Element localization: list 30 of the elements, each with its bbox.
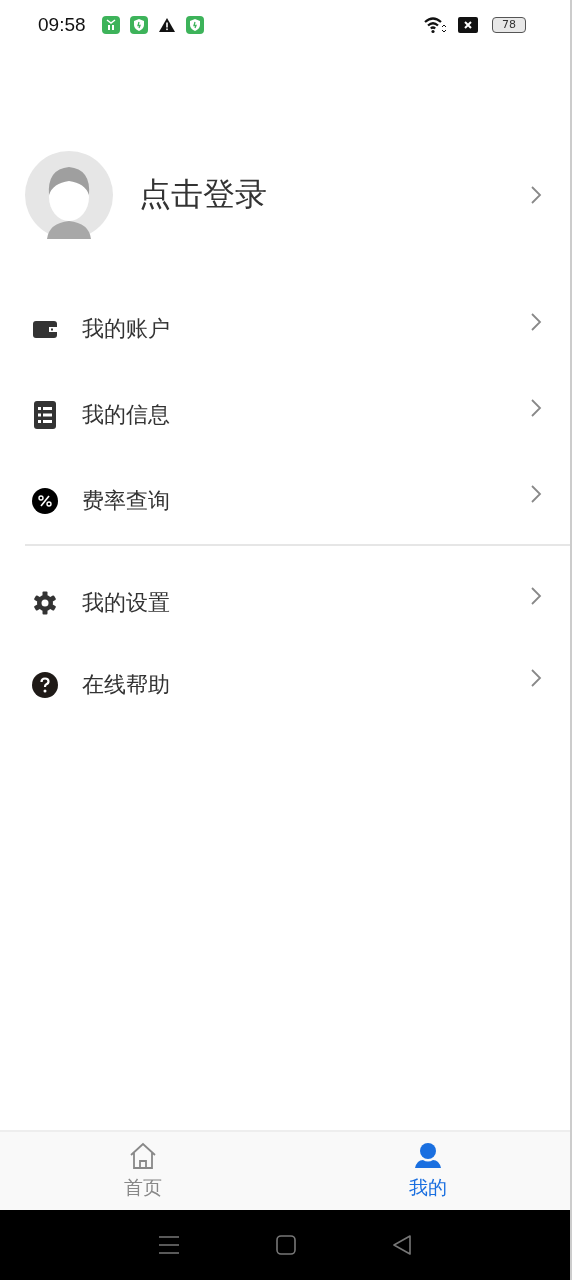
app-notification-icon <box>101 16 120 34</box>
chevron-right-icon <box>530 484 542 504</box>
list-icon <box>32 401 58 429</box>
shield-icon <box>129 16 148 34</box>
home-button-icon[interactable] <box>276 1235 296 1255</box>
menu-item[interactable]: 费率查询 <box>0 458 570 544</box>
percent-icon <box>32 488 58 514</box>
menu-item[interactable]: 我的账户 <box>0 286 570 372</box>
chevron-right-icon <box>530 312 542 332</box>
wifi-icon <box>424 16 446 34</box>
settings-icon <box>32 590 58 615</box>
wallet-icon <box>32 319 58 339</box>
chevron-right-icon <box>530 585 542 606</box>
battery-level: 78 <box>492 17 526 33</box>
no-sim-icon <box>458 17 478 33</box>
person-icon <box>412 1141 443 1171</box>
login-prompt[interactable]: 点击登录 <box>139 173 267 217</box>
menu-item[interactable]: 我的设置 <box>0 561 570 644</box>
menu-icon[interactable] <box>158 1235 180 1255</box>
help-icon <box>32 671 58 698</box>
shield-icon <box>185 16 204 34</box>
tab[interactable]: 我的 <box>285 1132 570 1210</box>
warning-icon <box>157 16 176 34</box>
chevron-right-icon[interactable] <box>530 185 542 205</box>
back-icon[interactable] <box>392 1235 412 1255</box>
status-time: 09:58 <box>38 14 86 36</box>
menu-item[interactable]: 在线帮助 <box>0 643 570 726</box>
menu-item[interactable]: 我的信息 <box>0 372 570 458</box>
chevron-right-icon <box>530 667 542 688</box>
chevron-right-icon <box>530 398 542 418</box>
